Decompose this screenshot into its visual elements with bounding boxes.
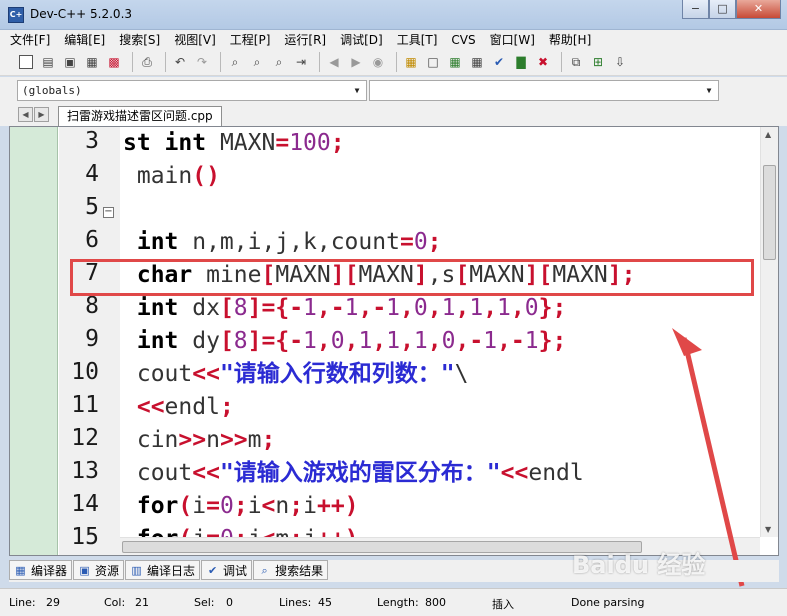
arrow-head-icon xyxy=(672,328,702,356)
status-sel-label: Sel: xyxy=(194,596,215,609)
tab-resources-label: 资源 xyxy=(95,563,120,578)
tab-debug[interactable]: ✔ 调试 xyxy=(201,560,253,580)
tab-resources[interactable]: ▣ 资源 xyxy=(73,560,125,580)
resources-icon: ▣ xyxy=(79,563,90,577)
status-lines-value: 45 xyxy=(318,596,332,609)
status-length-value: 800 xyxy=(425,596,446,609)
status-col-value: 21 xyxy=(135,596,149,609)
debug-icon: ✔ xyxy=(207,563,218,577)
annotation-arrow xyxy=(672,328,745,587)
status-length-label: Length: xyxy=(377,596,419,609)
tab-search-results-label: 搜索结果 xyxy=(275,563,324,578)
status-col-label: Col: xyxy=(104,596,126,609)
status-lines-label: Lines: xyxy=(279,596,312,609)
tab-debug-label: 调试 xyxy=(223,563,248,578)
status-line-value: 29 xyxy=(46,596,60,609)
tab-compiler[interactable]: ▦ 编译器 xyxy=(9,560,73,580)
status-line-label: Line: xyxy=(9,596,36,609)
status-parse: Done parsing xyxy=(571,596,645,609)
compiler-icon: ▦ xyxy=(15,563,26,577)
watermark: Baidu 经验 xyxy=(572,551,706,579)
status-sel-value: 0 xyxy=(226,596,233,609)
tab-compile-log[interactable]: ▥ 编译日志 xyxy=(125,560,201,580)
tab-search-results[interactable]: ⌕ 搜索结果 xyxy=(253,560,329,580)
compile-log-icon: ▥ xyxy=(131,563,142,577)
tab-compile-log-label: 编译日志 xyxy=(147,563,196,578)
status-bar: Line: 29 Col: 21 Sel: 0 Lines: 45 Length… xyxy=(0,588,787,616)
tab-compiler-label: 编译器 xyxy=(31,563,68,578)
search-results-icon: ⌕ xyxy=(261,563,268,577)
status-insert-mode: 插入 xyxy=(492,598,514,611)
